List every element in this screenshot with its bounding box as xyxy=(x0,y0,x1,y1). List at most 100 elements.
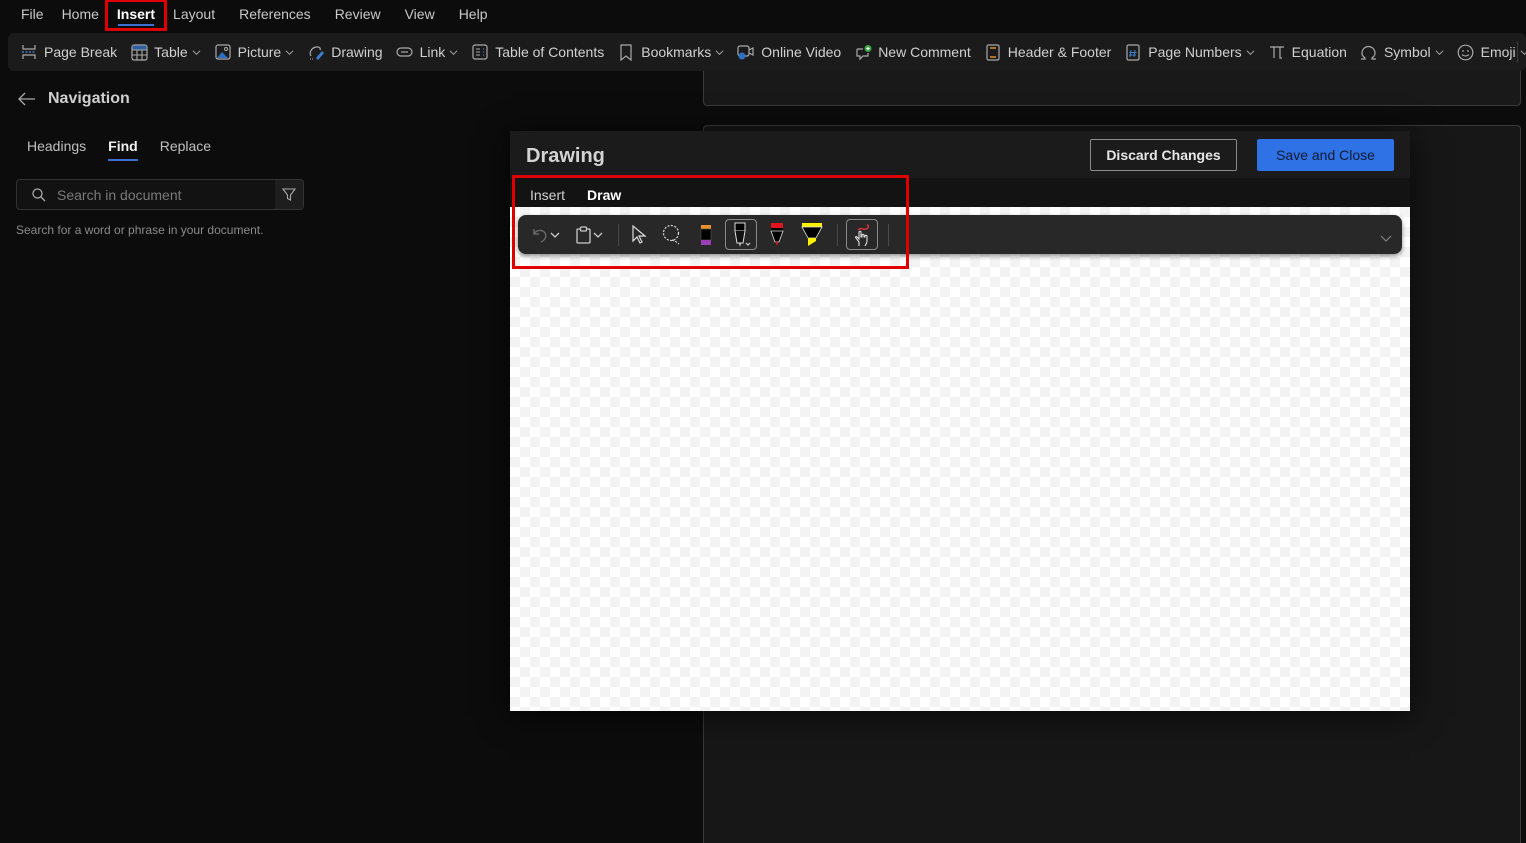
emoji-button[interactable]: Emoji xyxy=(1457,43,1526,61)
tab-find[interactable]: Find xyxy=(108,138,138,161)
chevron-down-icon xyxy=(1435,49,1444,55)
equation-label: Equation xyxy=(1291,44,1347,60)
tab-headings[interactable]: Headings xyxy=(27,138,86,160)
bookmarks-label: Bookmarks xyxy=(641,44,712,60)
drawing-icon xyxy=(307,43,325,61)
tab-insert[interactable]: Insert xyxy=(530,187,565,208)
page-break-label: Page Break xyxy=(44,44,118,60)
discard-changes-button[interactable]: Discard Changes xyxy=(1090,139,1237,171)
menu-review[interactable]: Review xyxy=(326,2,390,28)
expand-toolbar-chevron-icon[interactable] xyxy=(1380,233,1392,243)
drawing-dialog: Drawing Discard Changes Save and Close I… xyxy=(510,131,1410,711)
picture-label: Picture xyxy=(237,44,282,60)
chevron-down-icon xyxy=(449,49,458,55)
drawing-canvas[interactable] xyxy=(510,207,1410,711)
clipboard-button[interactable] xyxy=(570,219,608,250)
menu-home[interactable]: Home xyxy=(53,2,108,28)
online-video-label: Online Video xyxy=(761,44,842,60)
toolbar-divider xyxy=(888,223,889,246)
pen-red-tool[interactable] xyxy=(763,219,791,250)
navigation-title: Navigation xyxy=(48,90,130,107)
search-hint: Search for a word or phrase in your docu… xyxy=(16,223,264,237)
chevron-down-icon xyxy=(285,49,294,55)
emoji-icon xyxy=(1457,43,1475,61)
lasso-icon xyxy=(662,224,680,244)
menu-file[interactable]: File xyxy=(12,2,53,28)
symbol-label: Symbol xyxy=(1383,44,1431,60)
equation-button[interactable]: Equation xyxy=(1268,43,1347,61)
chevron-down-icon xyxy=(550,232,560,238)
table-of-contents-button[interactable]: Table of Contents xyxy=(471,43,604,61)
chevron-down-icon xyxy=(1520,49,1526,55)
back-arrow-icon[interactable] xyxy=(18,92,36,106)
header-footer-label: Header & Footer xyxy=(1007,44,1112,60)
draw-toolbar xyxy=(518,215,1402,254)
menu-help[interactable]: Help xyxy=(450,2,497,28)
search-box xyxy=(16,179,304,210)
table-of-contents-label: Table of Contents xyxy=(495,44,605,60)
cursor-icon xyxy=(632,224,647,244)
toolbar-divider xyxy=(837,223,838,246)
emoji-label: Emoji xyxy=(1480,44,1516,60)
toolbar-divider xyxy=(618,223,619,246)
picture-button[interactable]: Picture xyxy=(214,43,295,61)
link-button[interactable]: Link xyxy=(396,43,459,61)
undo-icon xyxy=(533,228,547,243)
dialog-title: Drawing xyxy=(526,145,605,167)
online-video-button[interactable]: Online Video xyxy=(737,43,841,61)
navigation-tabs: Headings Find Replace xyxy=(18,138,233,161)
page-break-button[interactable]: Page Break xyxy=(20,43,117,61)
pen-red-icon xyxy=(770,222,784,246)
pen-black-icon xyxy=(734,222,751,247)
link-icon xyxy=(396,43,414,61)
table-of-contents-icon xyxy=(471,43,489,61)
menu-insert[interactable]: Insert xyxy=(104,0,168,31)
select-tool[interactable] xyxy=(627,219,653,250)
eraser-tool[interactable] xyxy=(693,219,719,250)
clipboard-icon xyxy=(576,225,591,244)
header-footer-button[interactable]: Header & Footer xyxy=(984,43,1112,61)
pen-black-tool[interactable] xyxy=(725,219,757,250)
save-and-close-button[interactable]: Save and Close xyxy=(1257,139,1394,171)
eraser-icon xyxy=(700,224,712,245)
tab-draw[interactable]: Draw xyxy=(587,187,622,209)
drawing-button[interactable]: Drawing xyxy=(307,43,383,61)
table-icon xyxy=(130,43,148,61)
insert-ribbon: Page Break Table Picture Drawing Link Ta… xyxy=(8,33,1526,71)
link-label: Link xyxy=(419,44,446,60)
menu-view[interactable]: View xyxy=(396,2,444,28)
menu-layout[interactable]: Layout xyxy=(164,2,224,28)
highlighter-icon xyxy=(801,222,823,246)
page-numbers-button[interactable]: Page Numbers xyxy=(1124,43,1255,61)
page-break-icon xyxy=(20,43,38,61)
pi-icon xyxy=(1268,43,1286,61)
search-icon xyxy=(32,187,46,201)
chevron-down-icon xyxy=(593,232,603,238)
omega-icon xyxy=(1360,43,1378,61)
menu-bar: File Home Insert Layout References Revie… xyxy=(0,0,1526,31)
bookmark-icon xyxy=(617,43,635,61)
filter-icon xyxy=(282,187,296,201)
filter-button[interactable] xyxy=(275,180,303,209)
highlighter-tool[interactable] xyxy=(797,219,827,250)
undo-button[interactable] xyxy=(526,219,564,250)
dialog-header: Drawing Discard Changes Save and Close xyxy=(510,131,1410,178)
ink-to-shape-tool[interactable] xyxy=(846,219,878,250)
picture-icon xyxy=(214,43,232,61)
menu-references[interactable]: References xyxy=(230,2,320,28)
touch-draw-icon xyxy=(855,223,870,246)
page-numbers-icon xyxy=(1124,43,1142,61)
online-video-icon xyxy=(737,43,755,61)
bookmarks-button[interactable]: Bookmarks xyxy=(617,43,724,61)
search-input[interactable] xyxy=(57,186,267,203)
symbol-button[interactable]: Symbol xyxy=(1360,43,1444,61)
tab-replace[interactable]: Replace xyxy=(160,138,211,160)
table-label: Table xyxy=(154,44,188,60)
new-comment-label: New Comment xyxy=(878,44,971,60)
chevron-down-icon xyxy=(192,49,201,55)
lasso-select-tool[interactable] xyxy=(659,219,687,250)
new-comment-button[interactable]: New Comment xyxy=(854,43,971,61)
table-button[interactable]: Table xyxy=(130,43,201,61)
header-footer-icon xyxy=(984,43,1002,61)
navigation-header: Navigation xyxy=(18,90,130,108)
